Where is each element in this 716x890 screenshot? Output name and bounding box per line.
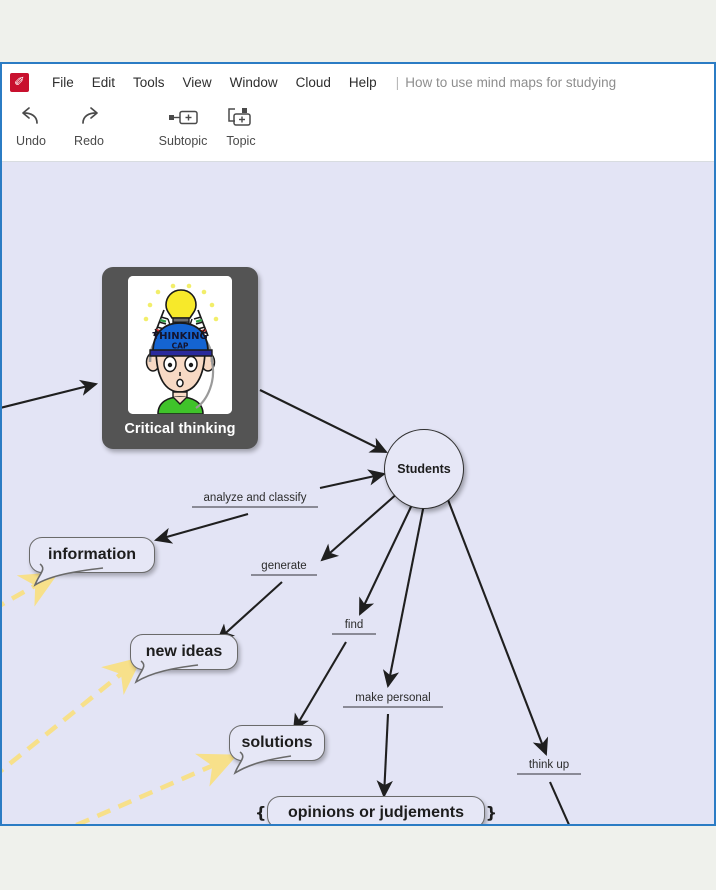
toolbar: Undo Redo Subtopic Topic bbox=[2, 100, 714, 162]
edge-label-analyze-and-classify[interactable]: analyze and classify bbox=[192, 492, 318, 508]
menu-item-file[interactable]: File bbox=[43, 72, 83, 93]
node-solutions-label: solutions bbox=[241, 734, 313, 751]
subtopic-button[interactable]: Subtopic bbox=[154, 104, 212, 148]
edge-students-to-information bbox=[153, 512, 249, 544]
topic-label: Topic bbox=[226, 134, 256, 148]
node-critical-thinking[interactable]: THINKING CAP Critical thinking bbox=[102, 267, 258, 449]
mindmap-app-window: ✐ File Edit Tools View Window Cloud Help… bbox=[0, 62, 716, 826]
node-information-bubble[interactable]: information bbox=[29, 537, 155, 573]
node-opinions-or-judjements[interactable]: { opinions or judjements } bbox=[255, 796, 497, 824]
thinking-cap-boy-illustration: THINKING CAP bbox=[128, 276, 232, 414]
undo-label: Undo bbox=[16, 134, 46, 148]
svg-text:CAP: CAP bbox=[172, 342, 189, 351]
redo-button[interactable]: Redo bbox=[60, 104, 118, 148]
menu-item-help[interactable]: Help bbox=[340, 72, 386, 93]
menu-item-cloud[interactable]: Cloud bbox=[287, 72, 340, 93]
edge-label-rule bbox=[332, 633, 376, 635]
edge-students-to-think-up bbox=[444, 491, 549, 756]
node-opinions-bubble[interactable]: { opinions or judjements } bbox=[255, 796, 497, 824]
edge-layer bbox=[2, 379, 570, 824]
node-solutions[interactable]: solutions bbox=[229, 725, 325, 775]
edge-label-text: think up bbox=[528, 759, 570, 771]
edge-think-up-to-new-connections bbox=[549, 781, 570, 824]
highlight-arrow-new-ideas bbox=[2, 656, 143, 773]
menu-item-window[interactable]: Window bbox=[221, 72, 287, 93]
node-new-ideas-label: new ideas bbox=[145, 643, 223, 660]
node-new-ideas-bubble[interactable]: new ideas bbox=[130, 634, 238, 670]
redo-arrow-icon bbox=[76, 104, 102, 130]
edge-label-text: generate bbox=[261, 560, 307, 572]
edge-label-rule bbox=[517, 773, 581, 775]
edge-analyze-to-students bbox=[319, 469, 387, 490]
app-logo-icon[interactable]: ✐ bbox=[10, 72, 29, 92]
highlight-arrow-solutions bbox=[73, 753, 238, 824]
node-students[interactable]: Students bbox=[384, 429, 464, 509]
subtopic-label: Subtopic bbox=[158, 134, 208, 148]
edge-external-to-critical-thinking bbox=[2, 379, 99, 409]
edge-critical-thinking-to-students bbox=[259, 389, 388, 453]
edge-students-to-make-personal bbox=[382, 493, 428, 689]
edge-label-make-personal[interactable]: make personal bbox=[343, 692, 443, 708]
node-students-label: Students bbox=[397, 462, 451, 476]
edge-generate-to-new-ideas bbox=[216, 581, 283, 642]
node-solutions-bubble[interactable]: solutions bbox=[229, 725, 325, 761]
topic-button[interactable]: Topic bbox=[212, 104, 270, 148]
undo-arrow-icon bbox=[18, 104, 44, 130]
edge-label-rule bbox=[192, 506, 318, 508]
subtopic-icon bbox=[166, 104, 200, 130]
document-title: How to use mind maps for studying bbox=[405, 74, 617, 90]
edge-make-personal-to-opinions bbox=[376, 713, 393, 799]
redo-label: Redo bbox=[74, 134, 104, 148]
menu-bar: ✐ File Edit Tools View Window Cloud Help… bbox=[2, 64, 714, 100]
edge-label-rule bbox=[343, 706, 443, 708]
app-logo-glyph: ✐ bbox=[14, 74, 25, 90]
edge-find-to-solutions bbox=[292, 641, 347, 732]
brace-left: { bbox=[255, 802, 267, 822]
highlight-arrow-information bbox=[2, 571, 60, 607]
menu-item-tools[interactable]: Tools bbox=[124, 72, 174, 93]
node-critical-thinking-label: Critical thinking bbox=[124, 421, 236, 437]
menu-item-edit[interactable]: Edit bbox=[83, 72, 124, 93]
edge-students-to-find bbox=[359, 491, 419, 616]
screen: ✐ File Edit Tools View Window Cloud Help… bbox=[0, 0, 716, 890]
edge-label-text: find bbox=[344, 619, 364, 631]
menu-separator: | bbox=[395, 74, 400, 90]
mindmap-canvas[interactable]: THINKING CAP Critical thinking Students … bbox=[2, 162, 714, 824]
node-opinions-label: opinions or judjements bbox=[287, 803, 464, 821]
node-new-ideas[interactable]: new ideas bbox=[130, 634, 238, 684]
edge-label-rule bbox=[251, 574, 317, 576]
edge-label-text: analyze and classify bbox=[203, 492, 307, 504]
edge-label-generate[interactable]: generate bbox=[251, 560, 317, 576]
svg-text:THINKING: THINKING bbox=[152, 331, 207, 342]
node-information[interactable]: information bbox=[29, 537, 155, 587]
node-information-label: information bbox=[48, 546, 136, 563]
undo-button[interactable]: Undo bbox=[2, 104, 60, 148]
topic-icon bbox=[226, 104, 256, 130]
edge-label-think-up[interactable]: think up bbox=[517, 759, 581, 775]
menu-item-view[interactable]: View bbox=[174, 72, 221, 93]
edge-label-text: make personal bbox=[355, 692, 431, 704]
edge-label-find[interactable]: find bbox=[332, 619, 376, 635]
brace-right: } bbox=[485, 802, 497, 822]
